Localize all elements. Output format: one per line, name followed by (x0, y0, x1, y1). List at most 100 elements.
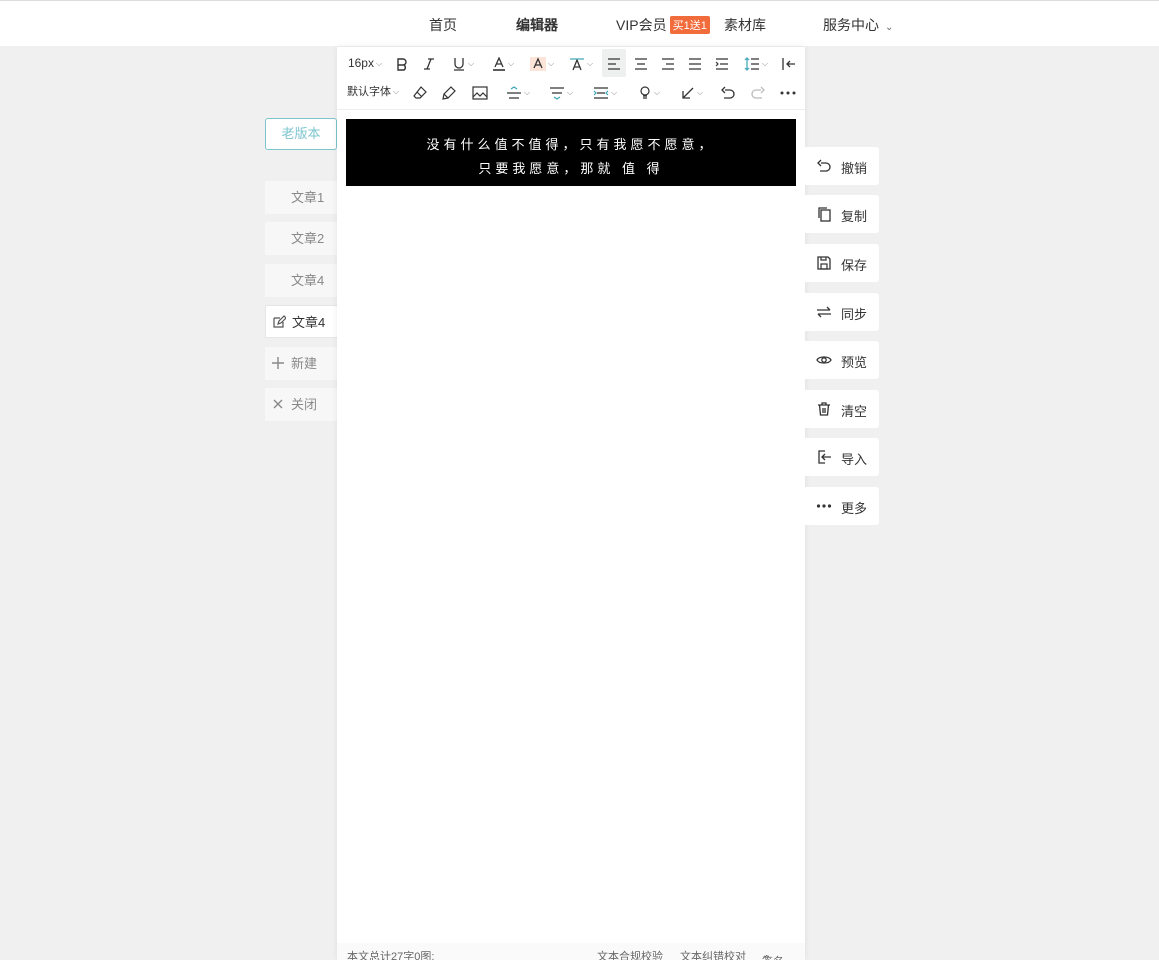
save-label: 保存 (841, 258, 868, 273)
eraser-icon (413, 85, 427, 99)
nav-service-center[interactable]: 服务中心 ⌄ (823, 15, 893, 35)
copy-button[interactable]: 复制 (805, 195, 879, 233)
nav-service-label: 服务中心 (823, 17, 879, 33)
chevron-down-icon: ⌵ (392, 87, 400, 97)
italic-button[interactable] (419, 49, 439, 77)
import-label: 导入 (841, 452, 868, 467)
highlight-icon (529, 56, 546, 71)
proofread-link[interactable]: 文本纠错校对 (680, 948, 746, 960)
undo-button[interactable]: 撤销 (805, 147, 879, 185)
bold-button[interactable] (392, 49, 412, 77)
more-icon (816, 504, 832, 508)
eraser-button[interactable] (410, 78, 430, 106)
copy-label: 复制 (841, 209, 868, 224)
font-family-value: 默认字体 (346, 86, 391, 98)
page-margin-button[interactable]: ⌵ (588, 78, 622, 106)
format-painter-icon (442, 85, 456, 100)
chevron-down-icon: ⌵ (761, 58, 769, 68)
redo-toolbar-button[interactable] (747, 78, 769, 106)
status-bar: 本文总计27字0图; 文本合规校验 文本纠错校对 签名 ⌃ (337, 943, 805, 960)
doc-tab-1[interactable]: 文章1 (265, 181, 337, 214)
more-tools-button[interactable] (777, 78, 799, 106)
editor-panel: 16px ⌵ ⌵ ⌵ ⌵ ⌵ ⌵ 默认字体 ⌵ ⌵ ⌵ ⌵ ⌵ ⌵ 没有什么值不… (337, 47, 805, 960)
clear-button[interactable]: 清空 (805, 390, 879, 428)
line-height-button[interactable]: ⌵ (738, 49, 774, 77)
nav-editor[interactable]: 编辑器 (516, 15, 558, 35)
spacing-before-icon (506, 86, 521, 99)
undo-toolbar-button[interactable] (717, 78, 739, 106)
doc-tab-label: 文章4 (292, 315, 326, 330)
chevron-down-icon: ⌵ (523, 87, 531, 97)
bulb-icon (640, 86, 650, 99)
nav-materials[interactable]: 素材库 (724, 15, 766, 35)
sync-label: 同步 (841, 307, 868, 322)
sync-button[interactable]: 同步 (805, 293, 879, 331)
letter-spacing-button[interactable]: ⌵ (565, 49, 597, 77)
top-navigation: 首页 编辑器 VIP会员 买1送1 素材库 服务中心 ⌄ (0, 0, 1159, 46)
more-button[interactable]: 更多 (805, 487, 879, 525)
undo-icon (817, 159, 831, 172)
toolbar-divider (337, 109, 805, 110)
new-doc-button[interactable]: 新建 (265, 347, 337, 380)
doc-tab-3[interactable]: 文章4 (265, 264, 337, 297)
highlight-color-button[interactable]: ⌵ (525, 49, 559, 77)
doc-tab-2[interactable]: 文章2 (265, 222, 337, 255)
doc-tab-4-active[interactable]: 文章4 (265, 305, 337, 338)
align-justify-button[interactable] (683, 49, 707, 77)
align-right-icon (662, 58, 674, 70)
new-doc-label: 新建 (291, 356, 318, 371)
close-doc-button[interactable]: 关闭 (265, 388, 337, 421)
clear-label: 清空 (841, 404, 868, 419)
format-painter-button[interactable] (439, 78, 459, 106)
indent-button[interactable] (710, 49, 734, 77)
letter-spacing-icon (569, 58, 584, 71)
save-button[interactable]: 保存 (805, 244, 879, 282)
trash-icon (818, 402, 830, 416)
arrow-tool-button[interactable]: ⌵ (675, 78, 709, 106)
eye-icon (816, 356, 832, 364)
spacing-after-icon (549, 87, 564, 100)
nav-home[interactable]: 首页 (429, 15, 457, 35)
doc-tab-label: 文章1 (291, 190, 325, 205)
import-icon (818, 450, 831, 464)
more-label: 更多 (841, 501, 868, 516)
bulb-button[interactable]: ⌵ (632, 78, 666, 106)
chevron-down-icon: ⌵ (566, 87, 574, 97)
close-doc-label: 关闭 (291, 397, 318, 412)
font-color-button[interactable]: ⌵ (486, 49, 520, 77)
font-size-select[interactable]: 16px ⌵ (344, 49, 386, 77)
align-center-icon (635, 58, 647, 70)
import-button[interactable]: 导入 (805, 438, 879, 476)
arrow-down-left-icon (682, 87, 694, 99)
more-icon (780, 91, 796, 95)
align-right-button[interactable] (656, 49, 680, 77)
page-margin-icon (593, 87, 609, 99)
chevron-down-icon: ⌵ (696, 87, 704, 97)
quote-block[interactable]: 没有什么值不值得，只有我愿不愿意， 只要我愿意，那就 值 得 (346, 119, 796, 186)
undo-label: 撤销 (841, 161, 868, 176)
compliance-check-link[interactable]: 文本合规校验 (597, 948, 663, 960)
align-left-button[interactable] (602, 49, 626, 77)
align-left-icon (608, 58, 620, 70)
undo-icon (721, 86, 735, 99)
toolbar-row-2: 默认字体 ⌵ ⌵ ⌵ ⌵ ⌵ ⌵ (337, 78, 805, 106)
save-icon (817, 256, 831, 270)
spacing-before-button[interactable]: ⌵ (501, 78, 535, 106)
preview-button[interactable]: 预览 (805, 341, 879, 379)
exit-format-button[interactable] (778, 49, 800, 77)
underline-button[interactable]: ⌵ (445, 49, 481, 77)
align-center-button[interactable] (629, 49, 653, 77)
old-version-button[interactable]: 老版本 (265, 118, 337, 150)
line-height-icon (744, 56, 759, 71)
insert-image-button[interactable] (470, 78, 490, 106)
quote-line-2: 只要我愿意，那就 值 得 (478, 161, 664, 176)
underline-icon (453, 57, 464, 71)
font-color-icon (492, 56, 505, 71)
nav-vip-label: VIP会员 (616, 17, 667, 33)
chevron-down-icon: ⌵ (610, 87, 618, 97)
chevron-down-icon: ⌵ (547, 58, 555, 68)
nav-vip[interactable]: VIP会员 买1送1 (616, 15, 710, 35)
chevron-down-icon: ⌵ (375, 58, 383, 68)
spacing-after-button[interactable]: ⌵ (544, 78, 578, 106)
font-family-select[interactable]: 默认字体 ⌵ (344, 78, 402, 106)
